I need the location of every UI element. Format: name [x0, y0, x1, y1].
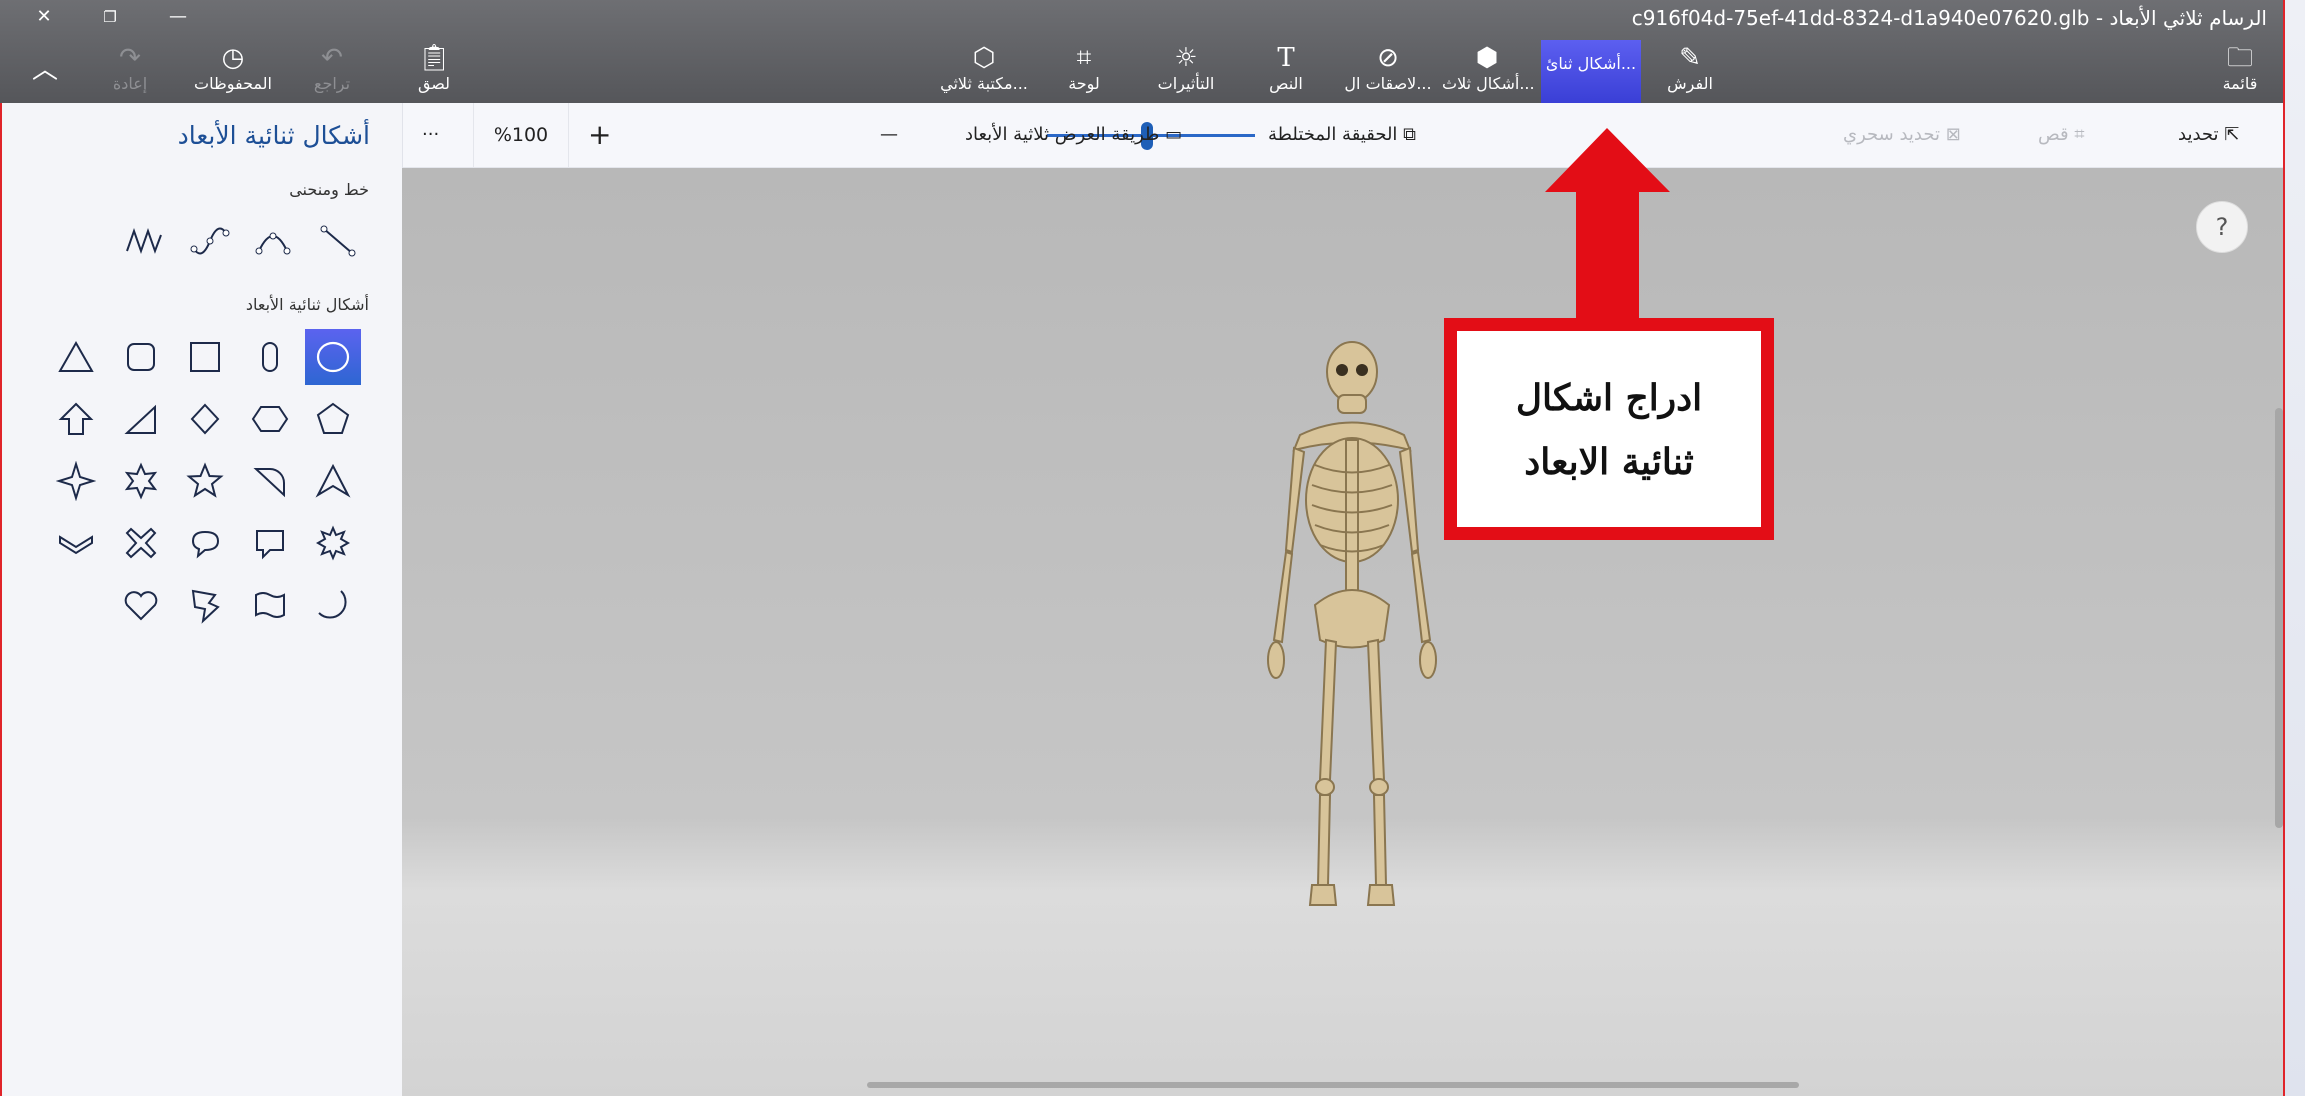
3d-view-toggle[interactable]: ▭ طريقة العرض ثلاثية الأبعاد	[965, 103, 1182, 167]
vertical-scrollbar[interactable]	[2275, 408, 2283, 828]
annotation-callout-text: ادراج اشكال ثنائية الابعاد	[1457, 331, 1761, 527]
text-icon: T	[1277, 43, 1295, 73]
zoom-out-button[interactable]: —	[880, 103, 898, 167]
view-3d-icon: ▭	[1165, 124, 1183, 145]
wave-tool-icon[interactable]	[116, 213, 172, 269]
moon-shape-icon[interactable]	[305, 577, 361, 633]
arrow-up-shape-icon[interactable]	[48, 391, 104, 447]
brush-icon: ✎	[1679, 43, 1701, 73]
skeleton-3d-model[interactable]	[1260, 340, 1440, 910]
banner-shape-icon[interactable]	[242, 577, 298, 633]
line-tool-icon[interactable]	[310, 213, 366, 269]
ellipse-shape-icon[interactable]	[305, 329, 361, 385]
ribbon: ✕ ❐ — c916f04d-75ef-41dd-8324-d1a940e076…	[0, 0, 2283, 103]
burst-shape-icon[interactable]	[305, 515, 361, 571]
quarter-circle-shape-icon[interactable]	[242, 453, 298, 509]
crop-button[interactable]: ⌗ قص	[2038, 103, 2085, 167]
zoom-percentage[interactable]: %100	[473, 103, 569, 167]
heart-shape-icon[interactable]	[113, 577, 169, 633]
help-button[interactable]: ?	[2196, 201, 2248, 253]
minimize-button[interactable]: —	[158, 4, 198, 30]
speech-bubble-shape-icon[interactable]	[242, 515, 298, 571]
star-four-shape-icon[interactable]	[48, 453, 104, 509]
hexagon-shape-icon[interactable]	[242, 391, 298, 447]
folder-icon: 🗀︎	[2226, 43, 2253, 73]
3d-library-button[interactable]: ⬡ مكتبة ثلاثي...	[936, 44, 1032, 100]
magic-select-button[interactable]: ⊠ تحديد سحري	[1843, 103, 1961, 167]
3d-shapes-button[interactable]: ⬢ أشكال ثلاث...	[1442, 43, 1535, 100]
undo-icon: ↶	[321, 43, 343, 73]
shapes-panel: أشكال ثنائية الأبعاد خط ومنحنى أشكال ثنا…	[2, 103, 403, 1096]
arrowhead-shape-icon[interactable]	[305, 453, 361, 509]
paste-icon: 📋︎	[417, 43, 451, 73]
pentagon-shape-icon[interactable]	[305, 391, 361, 447]
capsule-shape-icon[interactable]	[242, 329, 298, 385]
history-icon: ◷	[221, 43, 245, 73]
effects-icon: ☼	[1174, 43, 1198, 73]
cube-icon: ⬢	[1475, 43, 1499, 73]
lines-section-label: خط ومنحنى	[289, 180, 369, 199]
sticker-icon: ⊘	[1377, 43, 1399, 73]
restore-button[interactable]: ❐	[90, 4, 130, 30]
mixed-reality-icon: ⧉	[1403, 124, 1417, 145]
more-options-button[interactable]: ···	[422, 103, 439, 167]
select-button[interactable]: ⇱ تحديد	[2178, 103, 2239, 167]
page-edge	[2283, 0, 2305, 1096]
magic-select-icon: ⊠	[1945, 124, 1961, 145]
chevron-shape-icon[interactable]	[48, 515, 104, 571]
star-six-shape-icon[interactable]	[113, 453, 169, 509]
lightning-shape-icon[interactable]	[177, 577, 233, 633]
history-button[interactable]: ◷ المحفوظات	[183, 44, 283, 100]
redo-button[interactable]: ↷ إعادة	[100, 44, 160, 100]
s-curve-tool-icon[interactable]	[182, 213, 238, 269]
chevron-up-icon: ︿	[31, 55, 58, 85]
undo-button[interactable]: ↶ تراجع	[302, 44, 362, 100]
close-button[interactable]: ✕	[24, 4, 64, 30]
window-title: c916f04d-75ef-41dd-8324-d1a940e07620.glb…	[1631, 6, 2267, 30]
thought-bubble-shape-icon[interactable]	[177, 515, 233, 571]
tool-options-bar: ··· %100 + — ▭ طريقة العرض ثلاثية الأبعا…	[402, 103, 2283, 168]
2d-shapes-button[interactable]: أشكال ثنائ...	[1541, 40, 1641, 103]
rounded-square-shape-icon[interactable]	[113, 329, 169, 385]
cursor-icon: ⇱	[2224, 124, 2240, 145]
library-3d-icon: ⬡	[972, 43, 996, 73]
redo-icon: ↷	[119, 43, 141, 73]
stickers-button[interactable]: ⊘ لاصقات ال...	[1340, 44, 1436, 100]
star-five-shape-icon[interactable]	[177, 453, 233, 509]
paste-button[interactable]: 📋︎ لصق	[408, 44, 460, 100]
zoom-in-button[interactable]: +	[588, 103, 611, 167]
shapes-section-label: أشكال ثنائية الأبعاد	[245, 295, 369, 314]
panel-title: أشكال ثنائية الأبعاد	[177, 121, 370, 150]
curve-tool-icon[interactable]	[245, 213, 301, 269]
diamond-shape-icon[interactable]	[177, 391, 233, 447]
annotation-callout: ادراج اشكال ثنائية الابعاد	[1444, 318, 1774, 540]
crop-icon: ⌗	[2074, 124, 2085, 145]
mixed-reality-button[interactable]: ⧉ الحقيقة المختلطة	[1268, 103, 1416, 167]
right-triangle-shape-icon[interactable]	[113, 391, 169, 447]
canvas-icon: ⌗	[1076, 43, 1092, 73]
triangle-shape-icon[interactable]	[48, 329, 104, 385]
annotation-arrow	[1545, 128, 1670, 326]
brushes-button[interactable]: ✎ الفرش	[1660, 44, 1720, 100]
effects-button[interactable]: ☼ التأثيرات	[1150, 44, 1222, 100]
text-button[interactable]: T النص	[1260, 44, 1312, 100]
cross-shape-icon[interactable]	[113, 515, 169, 571]
square-shape-icon[interactable]	[177, 329, 233, 385]
canvas-button[interactable]: ⌗ لوحة	[1058, 44, 1110, 100]
menu-button[interactable]: 🗀︎ قائمة	[2210, 44, 2270, 100]
horizontal-scrollbar[interactable]	[867, 1082, 1799, 1088]
